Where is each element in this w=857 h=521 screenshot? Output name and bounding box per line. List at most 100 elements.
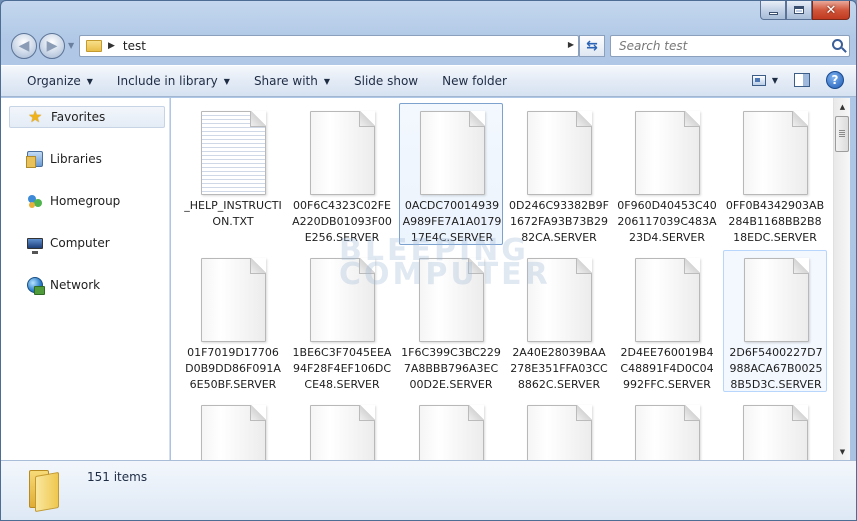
document-icon [744,258,809,342]
organize-button[interactable]: Organize ▼ [15,70,105,92]
document-icon [527,258,592,342]
file-item[interactable]: 1BE6C3F7045EEA94F28F4EF106DCCE48.SERVER [290,251,394,393]
address-path[interactable]: test [123,39,146,53]
address-bar[interactable]: ▶ test ▶ [79,35,579,57]
document-icon [310,111,375,195]
nav-item-computer[interactable]: Computer [9,232,165,254]
preview-pane-icon[interactable] [794,73,810,87]
file-item[interactable]: 0FF0B4342903AB284B1168BB2B818EDC.SERVER [723,104,827,246]
document-icon [743,405,808,460]
toolbar-right: ▼ ? [751,71,844,89]
share-with-button[interactable]: Share with ▼ [242,70,342,92]
nav-item-homegroup[interactable]: Homegroup [9,190,165,212]
document-icon [420,111,485,195]
libraries-icon [26,151,43,168]
file-name: 1BE6C3F7045EEA94F28F4EF106DCCE48.SERVER [292,346,392,391]
file-item[interactable]: 0F960D40453C40206117039C483A23D4.SERVER [615,104,719,246]
document-icon [419,405,484,460]
search-icon[interactable] [832,39,843,50]
file-item[interactable]: _HELP_INSTRUCTION.TXT [181,104,285,246]
document-icon [635,258,700,342]
explorer-window: ✕ ◀ ▶ ▼ ▶ test ▶ ⇆ Organize ▼ Include in … [0,0,857,521]
document-icon [201,405,266,460]
nav-item-network[interactable]: Network [9,274,165,296]
recent-pages-dropdown[interactable]: ▼ [68,41,74,50]
back-button[interactable]: ◀ [11,33,37,59]
file-item[interactable]: 1F6C399C3BC2297A8BBB796A3EC00D2E.SERVER [399,251,503,393]
file-item[interactable] [290,398,394,460]
arrow-left-icon: ◀ [18,38,30,54]
file-name: 1F6C399C3BC2297A8BBB796A3EC00D2E.SERVER [401,346,501,391]
nav-label: Computer [50,236,110,250]
file-item-hovered[interactable]: 2D6F5400227D7988ACA67B00258B5D3C.SERVER [723,250,827,392]
network-icon [27,277,45,295]
file-name: 2D4EE760019B4C48891F4D0C04992FFC.SERVER [620,346,714,391]
refresh-button[interactable]: ⇆ [579,35,605,57]
file-item[interactable] [181,398,285,460]
chevron-down-icon: ▼ [223,76,230,86]
file-item[interactable]: 0D246C93382B9F1672FA93B73B2982CA.SERVER [507,104,611,246]
document-icon [419,258,484,342]
command-bar: Organize ▼ Include in library ▼ Share with… [1,65,856,97]
slide-show-label: Slide show [354,74,419,88]
search-input[interactable] [619,36,829,56]
minimize-button[interactable] [760,1,786,20]
caption-buttons: ✕ [760,1,850,21]
file-name: 00F6C4323C02FEA220DB01093F00E256.SERVER [292,199,392,244]
file-name: 01F7019D17706D0B9DD86F091A6E50BF.SERVER [185,346,281,391]
minimize-icon [768,11,778,15]
slide-show-button[interactable]: Slide show [342,70,430,92]
file-name: 0FF0B4342903AB284B1168BB2B818EDC.SERVER [725,199,825,244]
organize-label: Organize [27,74,81,88]
nav-item-favorites[interactable]: ★ Favorites [9,106,165,128]
nav-label: Favorites [51,110,106,124]
change-view-icon[interactable] [751,74,766,86]
scroll-up-button[interactable]: ▲ [834,98,851,115]
chevron-right-icon[interactable]: ▶ [108,41,115,51]
file-name: 0F960D40453C40206117039C483A23D4.SERVER [617,199,717,244]
document-icon [310,258,375,342]
close-button[interactable]: ✕ [812,1,850,20]
address-row: ◀ ▶ ▼ ▶ test ▶ ⇆ [9,31,850,61]
file-item[interactable] [507,398,611,460]
view-options-dropdown[interactable]: ▼ [772,76,778,85]
file-item[interactable]: 2A40E28039BAA278E351FFA03CC8862C.SERVER [507,251,611,393]
share-label: Share with [253,74,318,88]
nav-label: Homegroup [50,194,121,208]
file-item[interactable]: 2D4EE760019B4C48891F4D0C04992FFC.SERVER [615,251,719,393]
file-item-selected[interactable]: 0ACDC70014939A989FE7A1A017917E4C.SERVER [399,103,503,245]
document-icon [743,111,808,195]
document-icon [527,111,592,195]
homegroup-icon [27,193,43,209]
search-box[interactable] [610,35,850,57]
nav-item-libraries[interactable]: Libraries [9,148,165,170]
file-name: 0D246C93382B9F1672FA93B73B2982CA.SERVER [509,199,610,244]
scroll-thumb[interactable] [835,116,849,152]
chevron-down-icon[interactable]: ▶ [568,40,574,49]
computer-icon [27,237,43,254]
file-item[interactable]: 00F6C4323C02FEA220DB01093F00E256.SERVER [290,104,394,246]
include-label: Include in library [116,74,218,88]
maximize-button[interactable] [786,1,812,20]
refresh-icon: ⇆ [586,38,598,54]
folder-icon [86,40,102,52]
forward-button[interactable]: ▶ [39,33,65,59]
close-icon: ✕ [825,2,837,18]
document-icon [310,405,375,460]
vertical-scrollbar[interactable]: ▲ ▼ [833,98,850,460]
nav-label: Libraries [50,152,102,166]
maximize-icon [794,6,804,14]
file-item[interactable] [399,398,503,460]
file-item[interactable] [723,398,827,460]
scroll-down-button[interactable]: ▼ [834,443,851,460]
file-item[interactable]: 01F7019D17706D0B9DD86F091A6E50BF.SERVER [181,251,285,393]
chevron-up-icon: ▲ [839,102,846,111]
chevron-down-icon: ▼ [839,447,846,456]
file-item[interactable] [615,398,719,460]
document-icon [635,111,700,195]
navigation-pane: ★ Favorites Libraries Homegroup Computer… [1,98,170,460]
help-icon[interactable]: ? [826,71,844,89]
include-in-library-button[interactable]: Include in library ▼ [105,70,242,92]
file-list: _HELP_INSTRUCTION.TXT 00F6C4323C02FEA220… [171,98,833,460]
new-folder-button[interactable]: New folder [430,70,519,92]
